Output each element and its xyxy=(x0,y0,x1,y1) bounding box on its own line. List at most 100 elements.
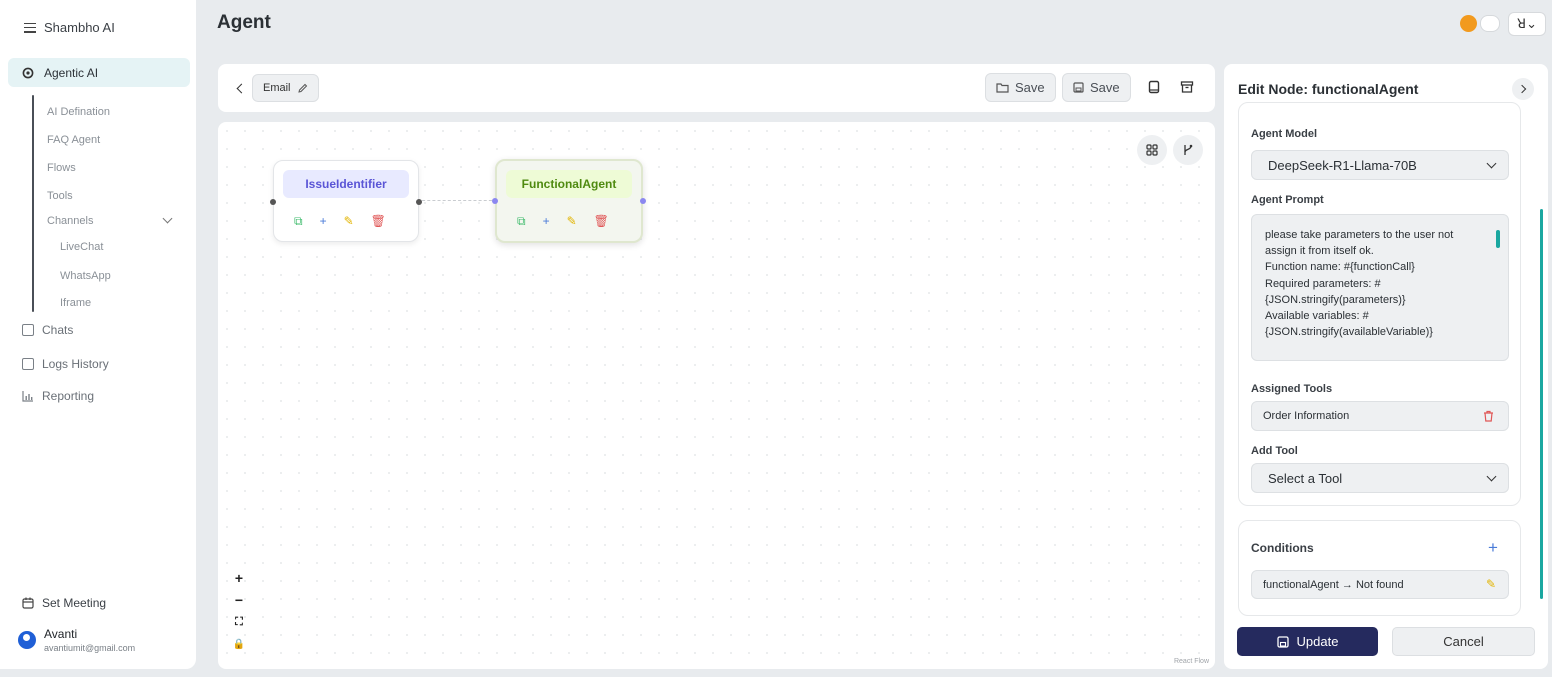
agent-model-select[interactable]: DeepSeek-R1-Llama-70B xyxy=(1251,150,1509,180)
pencil-icon[interactable]: ✎ xyxy=(1486,577,1496,591)
node-handle-right[interactable] xyxy=(416,199,422,205)
condition-item[interactable]: functionalAgent → Not found ✎ xyxy=(1251,570,1509,599)
book-icon[interactable] xyxy=(1147,80,1161,94)
chevron-down-icon[interactable] xyxy=(162,213,173,224)
sidebar: Shambho AI Agentic AI AI Defination FAQ … xyxy=(0,0,196,669)
prompt-scrollbar[interactable] xyxy=(1496,230,1500,248)
add-tool-label: Add Tool xyxy=(1251,445,1298,457)
sidebar-item-logs-history[interactable]: Logs History xyxy=(22,357,109,371)
user-email: avantiumit@gmail.com xyxy=(44,643,136,653)
condition-text: functionalAgent → Not found xyxy=(1263,578,1404,591)
lock-button[interactable]: 🔒 xyxy=(229,633,249,655)
update-button[interactable]: Update xyxy=(1237,627,1378,656)
chevron-down-icon xyxy=(1486,471,1497,482)
sidebar-subitem-faq-agent[interactable]: FAQ Agent xyxy=(47,134,100,146)
menu-icon[interactable] xyxy=(24,22,36,33)
save-button[interactable]: Save xyxy=(1062,73,1131,102)
git-branch-icon xyxy=(1184,144,1193,155)
flow-toolbar: Email Save Save xyxy=(218,64,1215,112)
page-title: Agent xyxy=(217,12,271,33)
avatar xyxy=(18,631,36,649)
zoom-controls: + − ⛶ 🔒 xyxy=(229,567,249,655)
flow-node-functional-agent[interactable]: FunctionalAgent ⧉ + ✎ 🗑 xyxy=(492,159,646,243)
sidebar-item-chats[interactable]: Chats xyxy=(22,323,73,337)
calendar-icon xyxy=(22,597,34,609)
panel-title: Edit Node: functionalAgent xyxy=(1238,81,1419,97)
flow-edge[interactable] xyxy=(417,200,497,201)
brand[interactable]: Shambho AI xyxy=(24,20,115,35)
credits-badge[interactable] xyxy=(1480,15,1500,32)
bar-chart-icon xyxy=(22,391,33,402)
save-label: Save xyxy=(1090,80,1120,95)
add-icon[interactable]: + xyxy=(320,214,327,229)
add-tool-placeholder: Select a Tool xyxy=(1268,470,1343,486)
sidebar-item-label: Agentic AI xyxy=(44,65,99,80)
edit-node-panel: Edit Node: functionalAgent Agent Model D… xyxy=(1224,64,1548,669)
panel-scrollbar[interactable] xyxy=(1540,209,1543,599)
sidebar-channel-livechat[interactable]: LiveChat xyxy=(60,241,103,253)
sidebar-subitem-ai-definition[interactable]: AI Defination xyxy=(47,106,110,118)
zoom-in-button[interactable]: + xyxy=(229,567,249,589)
user-menu-button[interactable]: ꓤ⌄ xyxy=(1508,12,1546,36)
sidebar-item-label: Chats xyxy=(42,323,74,337)
log-icon xyxy=(22,358,34,370)
panel-collapse-button[interactable] xyxy=(1512,78,1534,100)
react-flow-attribution[interactable]: React Flow xyxy=(1174,658,1209,665)
back-chevron-icon[interactable] xyxy=(236,83,247,94)
cancel-button[interactable]: Cancel xyxy=(1392,627,1535,656)
sidebar-subitem-flows[interactable]: Flows xyxy=(47,162,76,174)
trash-icon[interactable] xyxy=(1483,410,1494,422)
sidebar-item-agentic-ai[interactable]: Agentic AI xyxy=(8,58,190,87)
save-draft-button[interactable]: Save xyxy=(985,73,1056,102)
node-handle-left[interactable] xyxy=(270,199,276,205)
agent-prompt-label: Agent Prompt xyxy=(1251,194,1324,206)
credits-coin-icon[interactable] xyxy=(1460,15,1477,32)
sidebar-item-label: Set Meeting xyxy=(42,596,107,610)
node-actions: ⧉ + ✎ 🗑 xyxy=(294,214,386,229)
node-handle-left[interactable] xyxy=(492,198,498,204)
copy-icon[interactable]: ⧉ xyxy=(517,214,526,229)
pencil-icon[interactable]: ✎ xyxy=(344,214,354,229)
flow-node-issue-identifier[interactable]: IssueIdentifier ⧉ + ✎ 🗑 xyxy=(270,160,422,242)
sidebar-channel-iframe[interactable]: Iframe xyxy=(60,297,91,309)
assigned-tool-item: Order Information xyxy=(1251,401,1509,431)
pencil-icon[interactable]: ✎ xyxy=(567,214,577,229)
flow-name-tag[interactable]: Email xyxy=(252,74,319,102)
node-handle-right[interactable] xyxy=(640,198,646,204)
layout-grid-button[interactable] xyxy=(1137,135,1167,165)
pencil-icon xyxy=(297,83,307,93)
conditions-card xyxy=(1238,520,1521,616)
agent-model-label: Agent Model xyxy=(1251,128,1317,140)
trash-icon[interactable]: 🗑 xyxy=(371,214,386,229)
flow-name-label: Email xyxy=(263,82,291,94)
node-label: IssueIdentifier xyxy=(283,170,409,198)
copy-icon[interactable]: ⧉ xyxy=(294,214,303,229)
update-label: Update xyxy=(1296,634,1339,649)
submenu-line xyxy=(32,95,34,312)
sidebar-channel-whatsapp[interactable]: WhatsApp xyxy=(60,270,111,282)
save-draft-label: Save xyxy=(1015,80,1045,95)
branch-button[interactable] xyxy=(1173,135,1203,165)
add-tool-select[interactable]: Select a Tool xyxy=(1251,463,1509,493)
brand-name: Shambho AI xyxy=(44,20,115,35)
trash-icon[interactable]: 🗑 xyxy=(594,214,609,229)
agent-prompt-textarea[interactable]: please take parameters to the user not a… xyxy=(1251,214,1509,361)
sidebar-item-set-meeting[interactable]: Set Meeting xyxy=(22,596,106,610)
zoom-out-button[interactable]: − xyxy=(229,589,249,611)
add-icon[interactable]: + xyxy=(543,214,550,229)
user-profile[interactable]: Avanti avantiumit@gmail.com xyxy=(18,627,135,653)
sidebar-subitem-channels[interactable]: Channels xyxy=(47,215,93,227)
user-name: Avanti xyxy=(44,627,78,641)
sidebar-item-label: Logs History xyxy=(42,357,109,371)
grid-icon xyxy=(1146,144,1158,156)
sidebar-item-reporting[interactable]: Reporting xyxy=(22,389,94,403)
assigned-tools-label: Assigned Tools xyxy=(1251,383,1333,395)
flow-canvas[interactable]: IssueIdentifier ⧉ + ✎ 🗑 FunctionalAgent … xyxy=(218,122,1215,669)
archive-icon[interactable] xyxy=(1180,80,1194,94)
folder-icon xyxy=(996,83,1009,93)
node-label: FunctionalAgent xyxy=(506,170,632,198)
add-condition-icon[interactable]: + xyxy=(1488,538,1498,558)
sidebar-subitem-tools[interactable]: Tools xyxy=(47,190,73,202)
fit-view-button[interactable]: ⛶ xyxy=(229,611,249,633)
node-actions: ⧉ + ✎ 🗑 xyxy=(517,214,609,229)
